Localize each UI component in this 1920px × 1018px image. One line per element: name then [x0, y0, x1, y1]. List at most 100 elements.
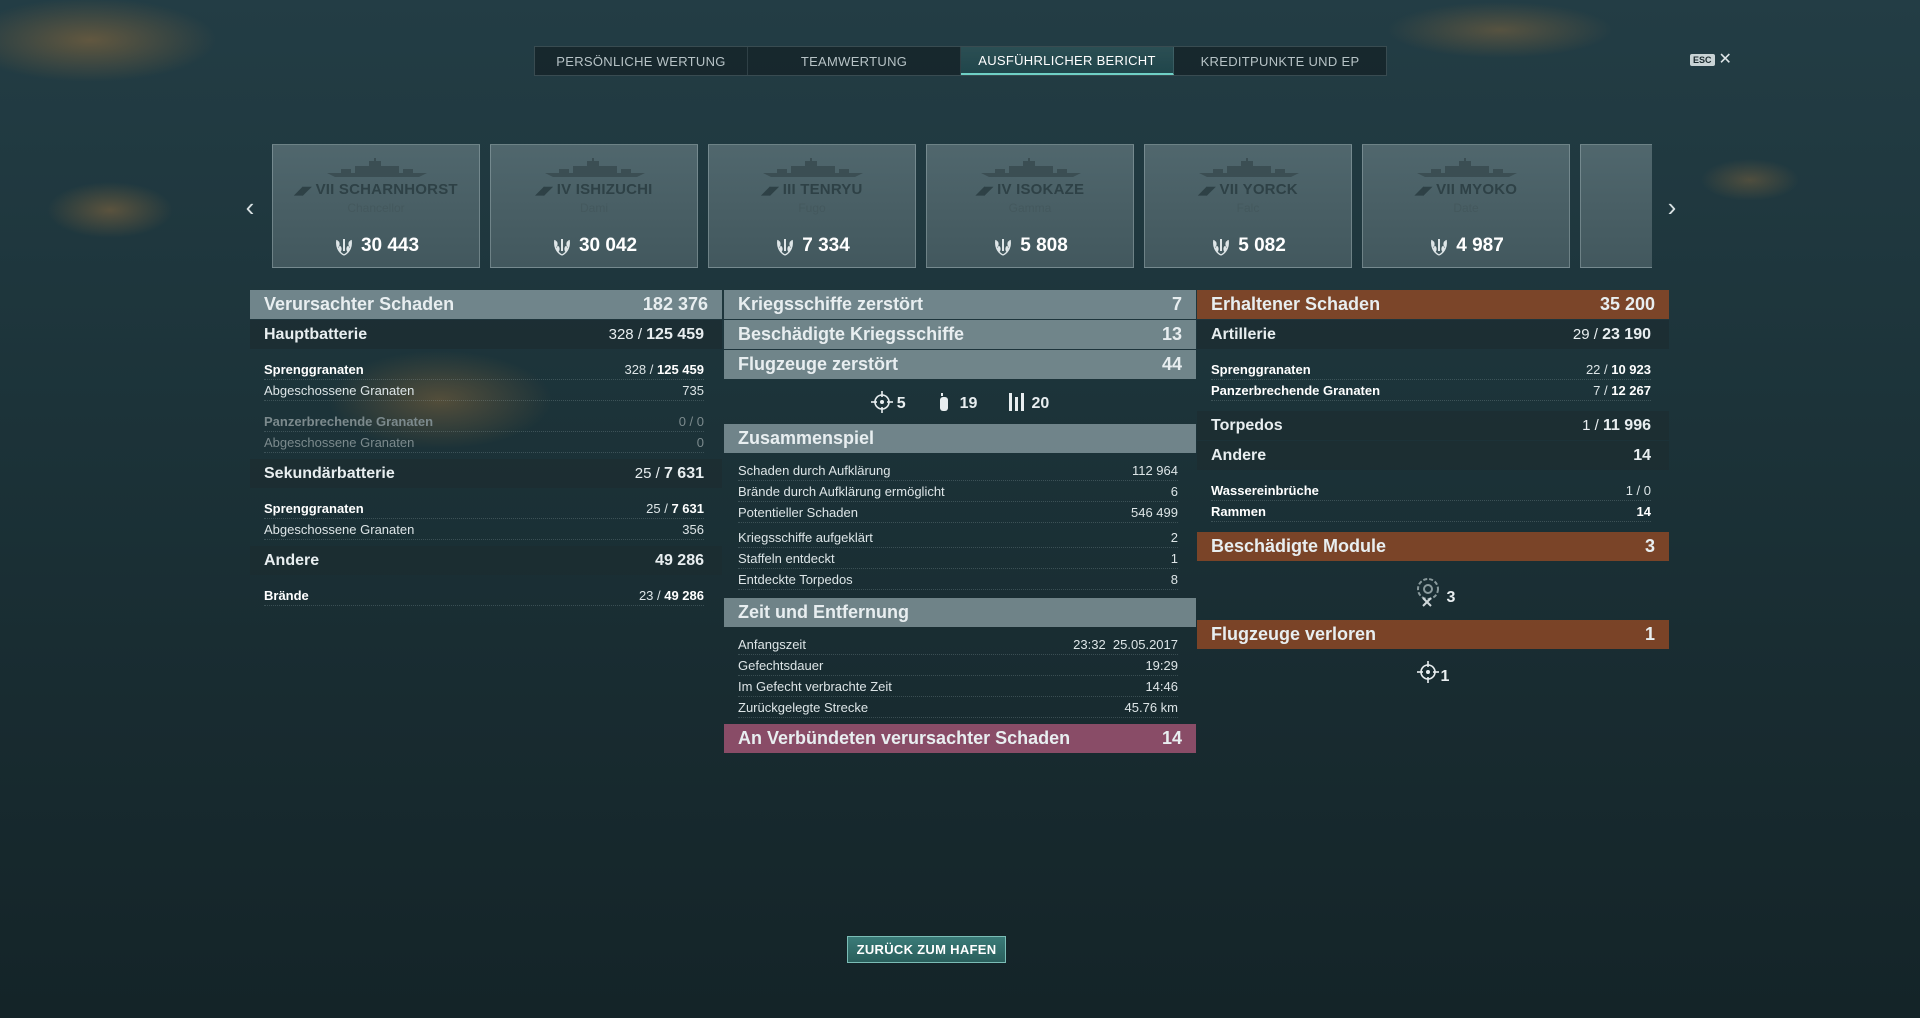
player-name: Falc	[1236, 201, 1260, 215]
damage-dealt-total: 182 376	[642, 294, 708, 314]
main-ap-label: Panzerbrechende Granaten	[264, 413, 434, 429]
ship-name-text: ISHIZUCHI	[575, 181, 653, 198]
artillery-label: Artillerie	[1211, 325, 1276, 343]
ship-name: ◢◤ III TENRYU	[709, 181, 915, 198]
secondary-hits: 25 /	[634, 464, 664, 482]
dealt-other-value: 49 286	[655, 551, 704, 569]
player-name: Dami	[579, 201, 608, 215]
ship-name-text: TENRYU	[800, 181, 863, 198]
ship-silhouette-icon	[1417, 158, 1517, 177]
ship-score: 30 443	[273, 235, 479, 257]
received-he-row: Sprenggranaten 22 / 10 923	[1211, 359, 1651, 380]
ship-silhouette-icon	[1199, 158, 1299, 177]
damaged-modules-icons: 3	[1197, 562, 1669, 620]
potential-damage-label: Potentieller Schaden	[738, 504, 858, 520]
secondary-he-hits: 25 /	[646, 500, 672, 516]
ship-score-value: 30 443	[360, 235, 420, 256]
ship-name: ◢◤ IV ISOKAZE	[927, 181, 1133, 198]
received-torpedoes-label: Torpedos	[1211, 416, 1283, 434]
start-time-row: Anfangszeit 23:32 25.05.2017	[738, 634, 1178, 655]
torpedoes-spotted-value: 8	[1170, 571, 1178, 587]
plane-types-line: 5 19 20	[724, 380, 1196, 424]
ships-destroyed-row: Kriegsschiffe zerstört 7	[724, 290, 1196, 319]
carousel-prev-button[interactable]: ‹	[242, 194, 258, 220]
received-ap-row: Panzerbrechende Granaten 7 / 12 267	[1211, 380, 1651, 401]
secondary-he-label: Sprenggranaten	[264, 500, 364, 516]
planes-lost-icons: 1	[1197, 650, 1669, 694]
allied-damage-label: An Verbündeten verursachter Schaden	[738, 728, 1071, 748]
received-ap-label: Panzerbrechende Granaten	[1211, 382, 1381, 398]
ship-tier: VII	[315, 181, 335, 198]
received-torpedoes-damage: 11 996	[1602, 416, 1651, 434]
ships-destroyed-label: Kriegsschiffe zerstört	[738, 294, 924, 314]
main-he-shots: 735	[682, 382, 704, 398]
ship-tier: IV	[997, 181, 1012, 198]
ship-name: ◢◤ VII YORCK	[1145, 181, 1351, 198]
laurel-icon	[1213, 239, 1230, 256]
potential-damage-row: Potentieller Schaden 546 499	[738, 502, 1178, 523]
fighter-icon	[1416, 661, 1439, 683]
received-other-value: 14	[1633, 446, 1651, 464]
time-in-battle-label: Im Gefecht verbrachte Zeit	[738, 678, 892, 694]
damaged-modules-value: 3	[1644, 536, 1655, 556]
ship-silhouette-icon	[545, 158, 645, 177]
ship-score-value: 7 334	[802, 235, 850, 256]
close-icon: ✕	[1718, 51, 1732, 68]
bomber-kills-count: 19	[959, 395, 978, 412]
damage-dealt-header: Verursachter Schaden 182 376	[250, 290, 722, 319]
spotting-damage-label: Schaden durch Aufklärung	[738, 462, 891, 478]
ship-card[interactable]: ◢◤ VII MYOKO Date 4 987	[1362, 144, 1570, 268]
carousel-next-button[interactable]: ›	[1664, 194, 1680, 220]
planes-destroyed-label: Flugzeuge zerstört	[738, 354, 899, 374]
received-torpedoes-hits: 1 /	[1582, 416, 1603, 434]
planes-lost-value: 1	[1644, 624, 1655, 644]
artillery-row: Artillerie 29 / 23 190	[1197, 320, 1669, 349]
ship-class-icon: ◢◤	[975, 185, 994, 197]
player-name: Date	[1453, 201, 1479, 215]
report-tabs: PERSÖNLICHE WERTUNG TEAMWERTUNG AUSFÜHRL…	[534, 46, 1387, 76]
close-button[interactable]: ESC ✕	[1690, 51, 1732, 68]
secondary-shots-label: Abgeschossene Granaten	[264, 521, 415, 537]
laurel-icon	[554, 239, 570, 256]
damaged-modules-label: Beschädigte Module	[1211, 536, 1387, 556]
spotting-damage-value: 112 964	[1131, 462, 1178, 478]
secondary-battery-row: Sekundärbatterie 25 / 7 631	[250, 459, 722, 488]
main-he-hits: 328 /	[624, 361, 657, 377]
broken-module-icon	[1416, 578, 1439, 607]
tab-detailed-report[interactable]: AUSFÜHRLICHER BERICHT	[961, 47, 1174, 75]
ship-name: ◢◤ VII MYOKO	[1363, 181, 1569, 198]
ship-card[interactable]: ◢◤ III TENRYU Fugo 7 334	[708, 144, 916, 268]
main-he-row: Sprenggranaten 328 / 125 459	[264, 359, 704, 380]
main-he-label: Sprenggranaten	[264, 361, 364, 377]
distance-row: Zurückgelegte Strecke 45.76 km	[738, 697, 1178, 718]
tab-team-score[interactable]: TEAMWERTUNG	[748, 47, 961, 75]
start-time-label: Anfangszeit	[738, 636, 806, 652]
back-to-port-button[interactable]: ZURÜCK ZUM HAFEN	[847, 936, 1006, 963]
laurel-icon	[336, 239, 352, 256]
player-name: Fugo	[798, 201, 826, 215]
tab-personal-score[interactable]: PERSÖNLICHE WERTUNG	[535, 47, 748, 75]
ship-silhouette-icon	[763, 158, 863, 177]
ship-card[interactable]: ◢◤ VII YORCK Falc 5 082	[1144, 144, 1352, 268]
combat-summary-panel: Kriegsschiffe zerstört 7 Beschädigte Kri…	[724, 290, 1196, 754]
squadrons-spotted-row: Staffeln entdeckt 1	[738, 548, 1178, 569]
laurel-icon	[777, 239, 794, 256]
ship-score-value: 5 082	[1238, 235, 1286, 256]
ship-card[interactable]: ◢◤ VII SCHARNHORST Chancellor 30 443	[272, 144, 480, 268]
time-in-battle-row: Im Gefecht verbrachte Zeit 14:46	[738, 676, 1178, 697]
ship-silhouette-icon	[981, 158, 1081, 177]
spotting-fires-value: 6	[1170, 483, 1178, 499]
ship-class-icon: ◢◤	[761, 185, 779, 197]
allied-damage-value: 14	[1161, 728, 1182, 748]
received-other-row: Andere 14	[1197, 441, 1669, 470]
ship-card[interactable]: ◢◤ IV ISOKAZE Gamma 5 808	[926, 144, 1134, 268]
squadrons-spotted-value: 1	[1170, 550, 1178, 566]
ships-damaged-value: 13	[1161, 324, 1182, 344]
main-he-shots-row: Abgeschossene Granaten 735	[264, 380, 704, 401]
received-he-damage: 10 923	[1611, 361, 1651, 377]
time-distance-title: Zeit und Entfernung	[738, 602, 909, 622]
ship-silhouette-icon	[327, 158, 427, 177]
ship-card[interactable]: ◢◤ IV ISHIZUCHI Dami 30 042	[490, 144, 698, 268]
ship-card-partial[interactable]	[1580, 144, 1652, 268]
tab-credits-xp[interactable]: KREDITPUNKTE UND EP	[1174, 47, 1386, 75]
